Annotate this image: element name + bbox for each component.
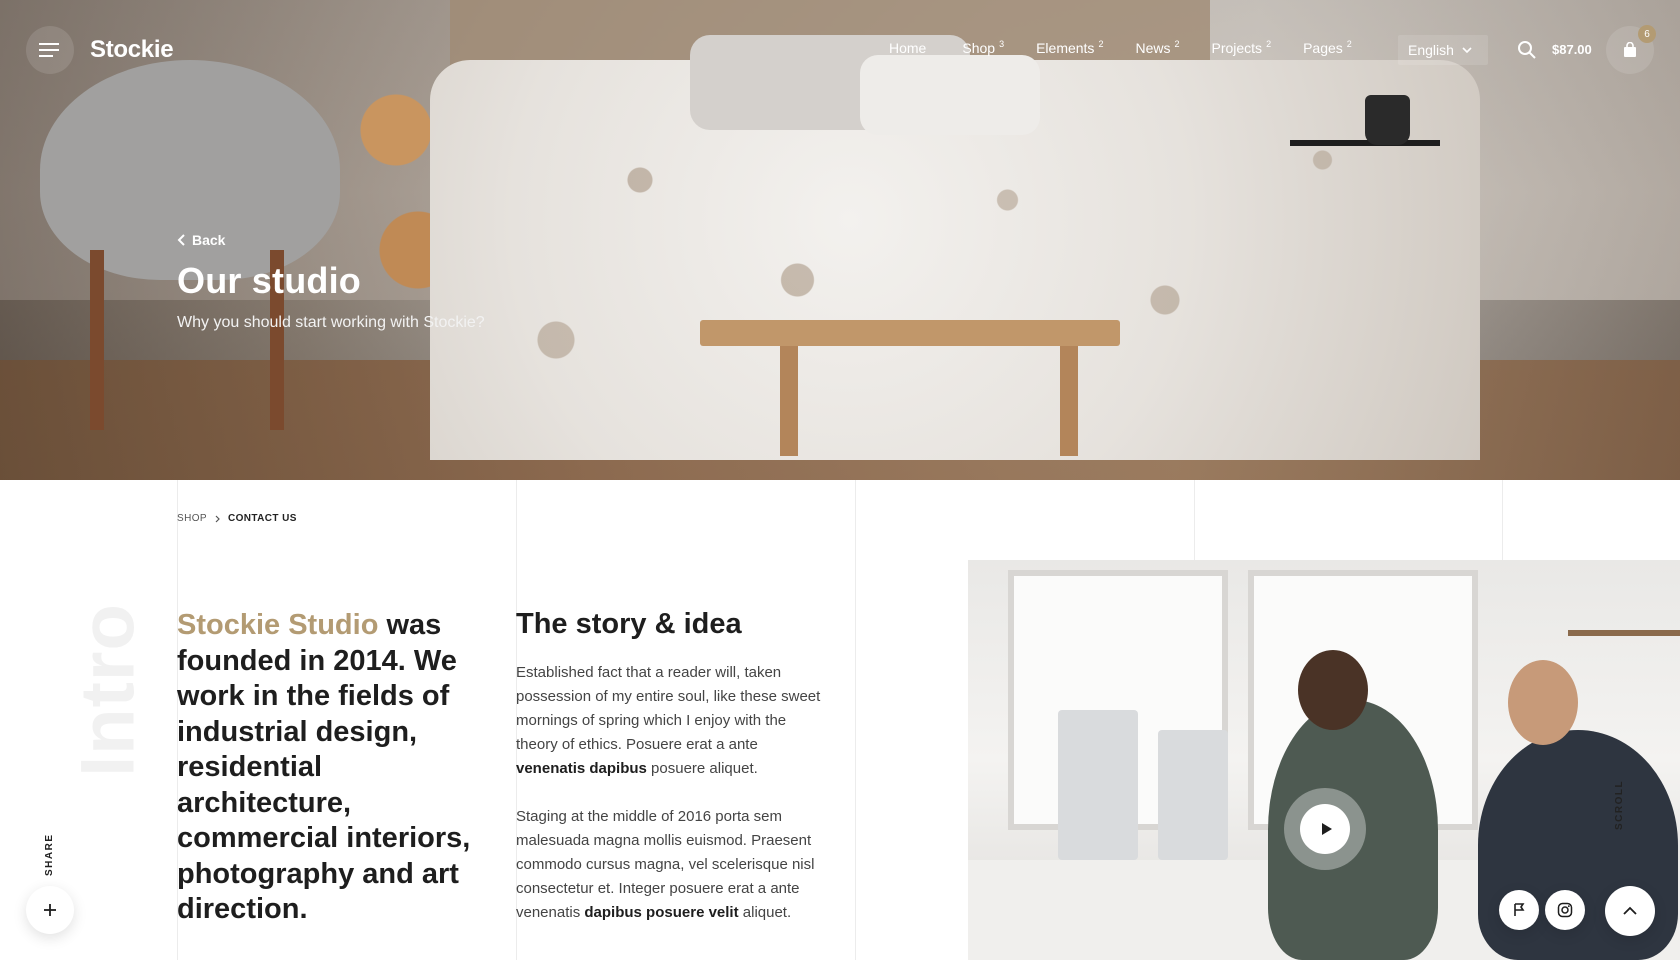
flag-icon	[1514, 903, 1525, 916]
scroll-to-top-button[interactable]	[1605, 886, 1655, 936]
share-label: SHARE	[44, 833, 55, 876]
play-icon	[1321, 823, 1332, 835]
back-label: Back	[192, 232, 226, 248]
paragraph-text: posuere aliquet.	[646, 760, 758, 777]
flag-button[interactable]	[1499, 890, 1539, 930]
play-button-inner	[1300, 804, 1350, 854]
nav-count: 2	[1266, 39, 1272, 49]
back-link[interactable]: Back	[177, 232, 485, 248]
story-title: The story & idea	[516, 608, 742, 640]
story-paragraph: Established fact that a reader will, tak…	[516, 661, 831, 781]
paragraph-bold: dapibus posuere velit	[584, 904, 739, 921]
cart-total[interactable]: $87.00	[1552, 42, 1592, 57]
language-label: English	[1408, 42, 1454, 58]
story-paragraph: Staging at the middle of 2016 porta sem …	[516, 805, 831, 925]
nav-item-shop[interactable]: Shop 3	[962, 39, 1005, 57]
hero-chair-leg	[90, 250, 104, 430]
chevron-right-icon	[215, 515, 220, 522]
instagram-button[interactable]	[1545, 890, 1585, 930]
chevron-down-icon	[1462, 47, 1472, 53]
site-logo[interactable]: Stockie	[90, 36, 174, 64]
nav-item-news[interactable]: News 2	[1135, 39, 1180, 57]
paragraph-text: aliquet.	[738, 904, 792, 921]
nav-label: Shop	[962, 40, 996, 56]
shopping-bag-icon	[1624, 42, 1636, 57]
play-video-button[interactable]	[1284, 788, 1366, 870]
plus-icon	[44, 904, 56, 916]
cart-button[interactable]: 6	[1606, 25, 1656, 74]
nav-item-home[interactable]: Home	[889, 40, 930, 56]
nav-count: 3	[999, 39, 1005, 49]
chevron-left-icon	[177, 234, 185, 246]
intro-label-text: Intro	[65, 603, 151, 777]
office-monitor	[1058, 710, 1138, 860]
nav-label: Pages	[1303, 40, 1343, 56]
hero-content: Back Our studio Why you should start wor…	[177, 232, 485, 332]
nav-count: 2	[1346, 39, 1352, 49]
intro-section-label: Intro	[38, 600, 178, 780]
nav-count: 2	[1098, 39, 1104, 49]
cart-count-badge: 6	[1638, 25, 1656, 43]
hero-side-table	[1290, 140, 1440, 146]
office-shelf	[1568, 630, 1680, 636]
breadcrumb-shop[interactable]: SHOP	[177, 513, 207, 524]
main-nav: Home Shop 3 Elements 2 News 2 Projects 2 Pag…	[889, 39, 1384, 57]
breadcrumb-current: CONTACT US	[227, 513, 297, 524]
hero-vase	[1365, 95, 1410, 145]
hero-bench	[700, 320, 1120, 346]
grid-line	[855, 480, 856, 960]
nav-label: Home	[889, 40, 927, 56]
menu-icon	[39, 43, 59, 57]
office-person-head	[1298, 650, 1368, 730]
lead-accent: Stockie Studio	[177, 609, 379, 641]
nav-item-pages[interactable]: Pages 2	[1303, 39, 1352, 57]
paragraph-text: Established fact that a reader will, tak…	[516, 664, 821, 753]
menu-button[interactable]	[26, 26, 74, 74]
language-selector[interactable]: English	[1398, 35, 1488, 65]
page-subtitle: Why you should start working with Stocki…	[177, 314, 485, 331]
intro-lead: Stockie Studio was founded in 2014. We w…	[177, 608, 497, 928]
breadcrumb: SHOP CONTACT US	[177, 513, 297, 524]
nav-label: Elements	[1036, 40, 1095, 56]
page-title: Our studio	[177, 260, 361, 301]
hero-bench-leg	[1060, 346, 1078, 456]
nav-count: 2	[1174, 39, 1180, 49]
hero-bench-leg	[780, 346, 798, 456]
lead-text: was founded in 2014. We work in the fiel…	[177, 609, 471, 925]
nav-item-projects[interactable]: Projects 2	[1211, 39, 1272, 57]
instagram-icon	[1557, 902, 1573, 918]
nav-item-elements[interactable]: Elements 2	[1036, 39, 1104, 57]
nav-label: News	[1135, 40, 1171, 56]
office-monitor	[1158, 730, 1228, 860]
scroll-label[interactable]: SCROLL	[1614, 780, 1625, 830]
search-icon[interactable]	[1517, 40, 1537, 60]
office-person-head	[1508, 660, 1578, 745]
share-button[interactable]	[26, 886, 74, 934]
site-header: Stockie Home Shop 3 Elements 2 News 2 Proje…	[0, 0, 1680, 100]
chevron-up-icon	[1623, 906, 1637, 915]
nav-label: Projects	[1211, 40, 1263, 56]
paragraph-bold: venenatis dapibus	[516, 760, 647, 777]
